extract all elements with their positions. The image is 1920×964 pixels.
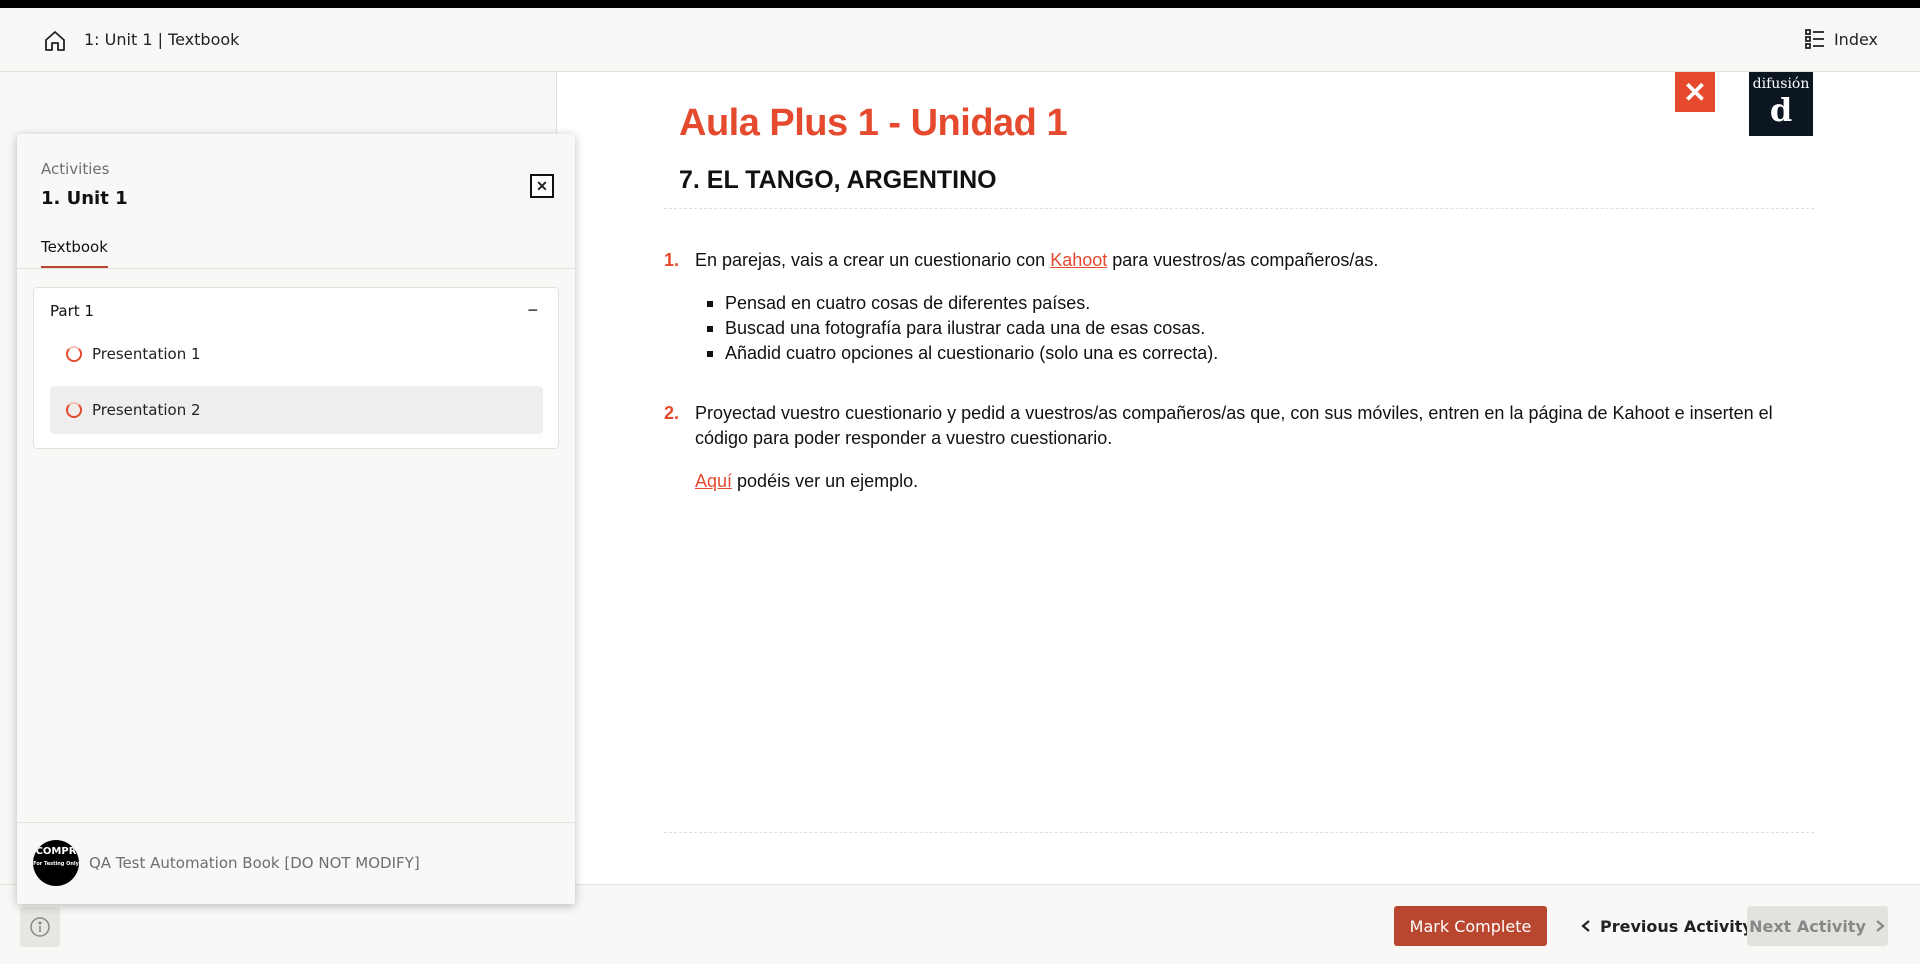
list-icon: [1805, 29, 1824, 49]
section-title: 7. EL TANGO, ARGENTINO: [679, 166, 997, 194]
avatar: COMPR For Testing Only: [33, 840, 79, 886]
unit-title: Aula Plus 1 - Unidad 1: [679, 102, 1068, 144]
part-section: Part 1 − Presentation 1 Presentation 2: [33, 287, 559, 449]
logo-word: difusión: [1752, 76, 1810, 92]
logo-mark: d: [1769, 91, 1793, 129]
collapse-button[interactable]: −: [527, 300, 538, 321]
close-panel-button[interactable]: ✕: [530, 174, 554, 198]
next-label: Next Activity: [1749, 916, 1866, 936]
chevron-left-icon: [1581, 920, 1590, 932]
example-link[interactable]: Aquí: [695, 471, 732, 491]
close-icon: ✕: [1683, 76, 1707, 108]
panel-eyebrow: Activities: [41, 160, 110, 178]
home-icon: [45, 31, 65, 51]
activity-body: Proyectad vuestro cuestionario y pedid a…: [695, 401, 1814, 494]
chevron-right-icon: [1876, 920, 1885, 932]
activity-text: para vuestros/as compañeros/as.: [1107, 250, 1379, 270]
home-button[interactable]: [42, 28, 68, 54]
progress-ring-icon: [66, 402, 82, 418]
activity-body: En parejas, vais a crear un cuestionario…: [695, 248, 1814, 366]
breadcrumb: 1: Unit 1 | Textbook: [84, 30, 240, 49]
avatar-subtext: For Testing Only: [33, 860, 79, 867]
progress-ring-icon: [66, 346, 82, 362]
header: 1: Unit 1 | Textbook Index: [0, 8, 1920, 72]
close-content-button[interactable]: ✕: [1675, 72, 1715, 112]
tab-textbook[interactable]: Textbook: [41, 238, 108, 268]
activity-text: Proyectad vuestro cuestionario y pedid a…: [695, 403, 1773, 448]
close-icon: ✕: [536, 177, 548, 194]
previous-label: Previous Activity: [1600, 916, 1753, 936]
part-label: Part 1: [50, 302, 94, 320]
info-button[interactable]: [20, 907, 60, 947]
mark-complete-button[interactable]: Mark Complete: [1394, 906, 1547, 946]
activity-text: En parejas, vais a crear un cuestionario…: [695, 250, 1051, 270]
index-label: Index: [1833, 29, 1878, 49]
divider: [664, 208, 1814, 209]
minus-icon: −: [527, 300, 538, 320]
divider: [17, 822, 575, 823]
list-item: Pensad en cuatro cosas de diferentes paí…: [707, 291, 1814, 316]
activity-item-label: Presentation 2: [92, 401, 201, 419]
example-line: Aquí podéis ver un ejemplo.: [695, 469, 1814, 494]
activities-panel: Activities 1. Unit 1 ✕ Textbook Part 1 −…: [17, 134, 575, 904]
divider: [664, 832, 1814, 833]
index-button[interactable]: Index: [1804, 28, 1878, 50]
activity-number: 1.: [664, 250, 680, 270]
activity-2: 2. Proyectad vuestro cuestionario y pedi…: [664, 401, 1814, 494]
top-strip: [0, 0, 1920, 8]
activity-item[interactable]: Presentation 1: [50, 330, 543, 378]
info-icon: [30, 917, 50, 937]
content-area: ✕ difusión d Aula Plus 1 - Unidad 1 7. E…: [556, 72, 1920, 884]
panel-title: 1. Unit 1: [41, 188, 128, 209]
activity-number: 2.: [664, 403, 680, 423]
publisher-logo: difusión d: [1749, 72, 1813, 136]
example-text: podéis ver un ejemplo.: [732, 471, 919, 491]
kahoot-link[interactable]: Kahoot: [1050, 250, 1107, 270]
bullet-list: Pensad en cuatro cosas de diferentes paí…: [707, 291, 1814, 366]
book-name: QA Test Automation Book [DO NOT MODIFY]: [89, 854, 420, 872]
activity-item-label: Presentation 1: [92, 345, 201, 363]
activity-item-selected[interactable]: Presentation 2: [50, 386, 543, 434]
avatar-text: COMPR: [35, 845, 77, 857]
next-activity-button[interactable]: Next Activity: [1747, 906, 1888, 946]
previous-activity-button[interactable]: Previous Activity: [1574, 906, 1759, 946]
divider: [17, 268, 575, 269]
list-item: Buscad una fotografía para ilustrar cada…: [707, 316, 1814, 341]
list-item: Añadid cuatro opciones al cuestionario (…: [707, 341, 1814, 366]
activity-1: 1. En parejas, vais a crear un cuestiona…: [664, 248, 1814, 366]
